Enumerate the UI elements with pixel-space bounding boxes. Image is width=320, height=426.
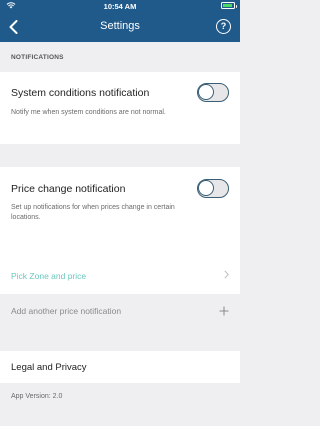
help-icon[interactable]: ? [216, 19, 231, 34]
pick-zone-label: Pick Zone and price [11, 270, 87, 281]
add-price-notification-button[interactable]: Add another price notification [0, 294, 240, 327]
battery-icon [221, 2, 237, 9]
page-title: Settings [100, 20, 140, 32]
legal-and-privacy-link[interactable]: Legal and Privacy [0, 351, 240, 383]
chevron-right-icon [224, 270, 229, 281]
nav-bar: Settings ? [0, 13, 240, 42]
plus-icon [219, 304, 229, 318]
system-conditions-card: System conditions notification Notify me… [0, 72, 240, 144]
app-version: App Version: 2.0 [11, 393, 63, 400]
system-conditions-label: System conditions notification [11, 86, 150, 99]
status-bar: 10:54 AM [0, 0, 240, 13]
price-change-description: Set up notifications for when prices cha… [11, 204, 175, 221]
system-conditions-description: Notify me when system conditions are not… [11, 109, 166, 116]
section-header-notifications: NOTIFICATIONS [11, 54, 64, 61]
pick-zone-button[interactable]: Pick Zone and price [0, 257, 240, 294]
price-change-toggle[interactable] [197, 179, 229, 198]
status-time: 10:54 AM [103, 2, 137, 11]
price-change-card: Price change notification Set up notific… [0, 167, 240, 257]
price-change-label: Price change notification [11, 182, 126, 195]
add-price-notification-label: Add another price notification [11, 305, 122, 316]
system-conditions-toggle[interactable] [197, 83, 229, 102]
